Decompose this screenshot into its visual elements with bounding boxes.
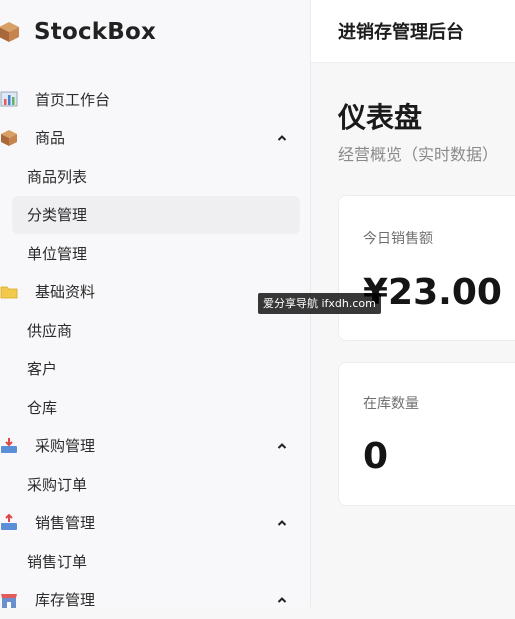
stat-card-stock-quantity: 在库数量 0 — [338, 362, 515, 506]
box-logo-icon — [0, 21, 20, 43]
stat-value: ¥23.00 — [363, 272, 502, 313]
sidebar-item-label: 采购订单 — [27, 474, 87, 495]
chevron-up-icon[interactable] — [276, 440, 288, 452]
sidebar-item-label: 库存管理 — [35, 589, 95, 610]
sidebar-item-supplier[interactable]: 供应商 — [0, 311, 310, 350]
shop-icon — [0, 591, 18, 609]
sidebar-item-label: 商品列表 — [27, 166, 87, 187]
inbox-tray-icon — [0, 437, 18, 455]
stat-value: 0 — [363, 436, 388, 477]
sidebar-item-inventory[interactable]: 库存管理 — [0, 581, 310, 619]
sidebar-item-label: 采购管理 — [35, 435, 95, 456]
sidebar-item-label: 基础资料 — [35, 281, 95, 302]
box-icon — [0, 129, 18, 147]
sidebar-item-purchase[interactable]: 采购管理 — [0, 427, 310, 466]
folder-icon — [0, 283, 18, 301]
chevron-up-icon[interactable] — [276, 594, 288, 606]
sidebar-item-label: 供应商 — [27, 320, 72, 341]
stat-card-today-sales: 今日销售额 ¥23.00 — [338, 195, 515, 341]
sidebar-item-customer[interactable]: 客户 — [0, 350, 310, 389]
sidebar-item-product-list[interactable]: 商品列表 — [0, 157, 310, 196]
sidebar-item-sales-order[interactable]: 销售订单 — [0, 542, 310, 581]
sidebar-menu: 首页工作台 商品 商品列表 分类管理 单位管理 — [0, 80, 310, 619]
app-title: 进销存管理后台 — [338, 18, 464, 44]
stat-label: 今日销售额 — [363, 228, 433, 248]
chevron-up-icon[interactable] — [276, 132, 288, 144]
chevron-up-icon[interactable] — [276, 517, 288, 529]
page-subtitle: 经营概览（实时数据） — [338, 141, 498, 165]
sidebar-item-label: 销售管理 — [35, 512, 95, 533]
sidebar-item-home[interactable]: 首页工作台 — [0, 80, 310, 119]
top-header: 进销存管理后台 — [311, 0, 515, 63]
sidebar-item-warehouse[interactable]: 仓库 — [0, 388, 310, 427]
sidebar-item-products[interactable]: 商品 — [0, 119, 310, 158]
watermark-badge: 爱分享导航 ifxdh.com — [258, 293, 381, 314]
outbox-tray-icon — [0, 514, 18, 532]
sidebar-item-label: 仓库 — [27, 397, 57, 418]
sidebar-item-label: 客户 — [27, 358, 57, 379]
sidebar-item-category[interactable]: 分类管理 — [12, 196, 300, 235]
brand[interactable]: StockBox — [0, 14, 156, 50]
chart-icon — [0, 90, 18, 108]
brand-name: StockBox — [34, 19, 156, 45]
sidebar-item-label: 商品 — [35, 127, 65, 148]
page-title: 仪表盘 — [338, 96, 422, 136]
sidebar-item-unit[interactable]: 单位管理 — [0, 234, 310, 273]
stat-label: 在库数量 — [363, 393, 419, 413]
sidebar-item-label: 销售订单 — [27, 551, 87, 572]
sidebar-item-label: 分类管理 — [27, 204, 87, 225]
sidebar-item-label: 单位管理 — [27, 243, 87, 264]
sidebar-item-label: 首页工作台 — [35, 89, 110, 110]
sidebar-item-sales[interactable]: 销售管理 — [0, 504, 310, 543]
sidebar-item-purchase-order[interactable]: 采购订单 — [0, 465, 310, 504]
